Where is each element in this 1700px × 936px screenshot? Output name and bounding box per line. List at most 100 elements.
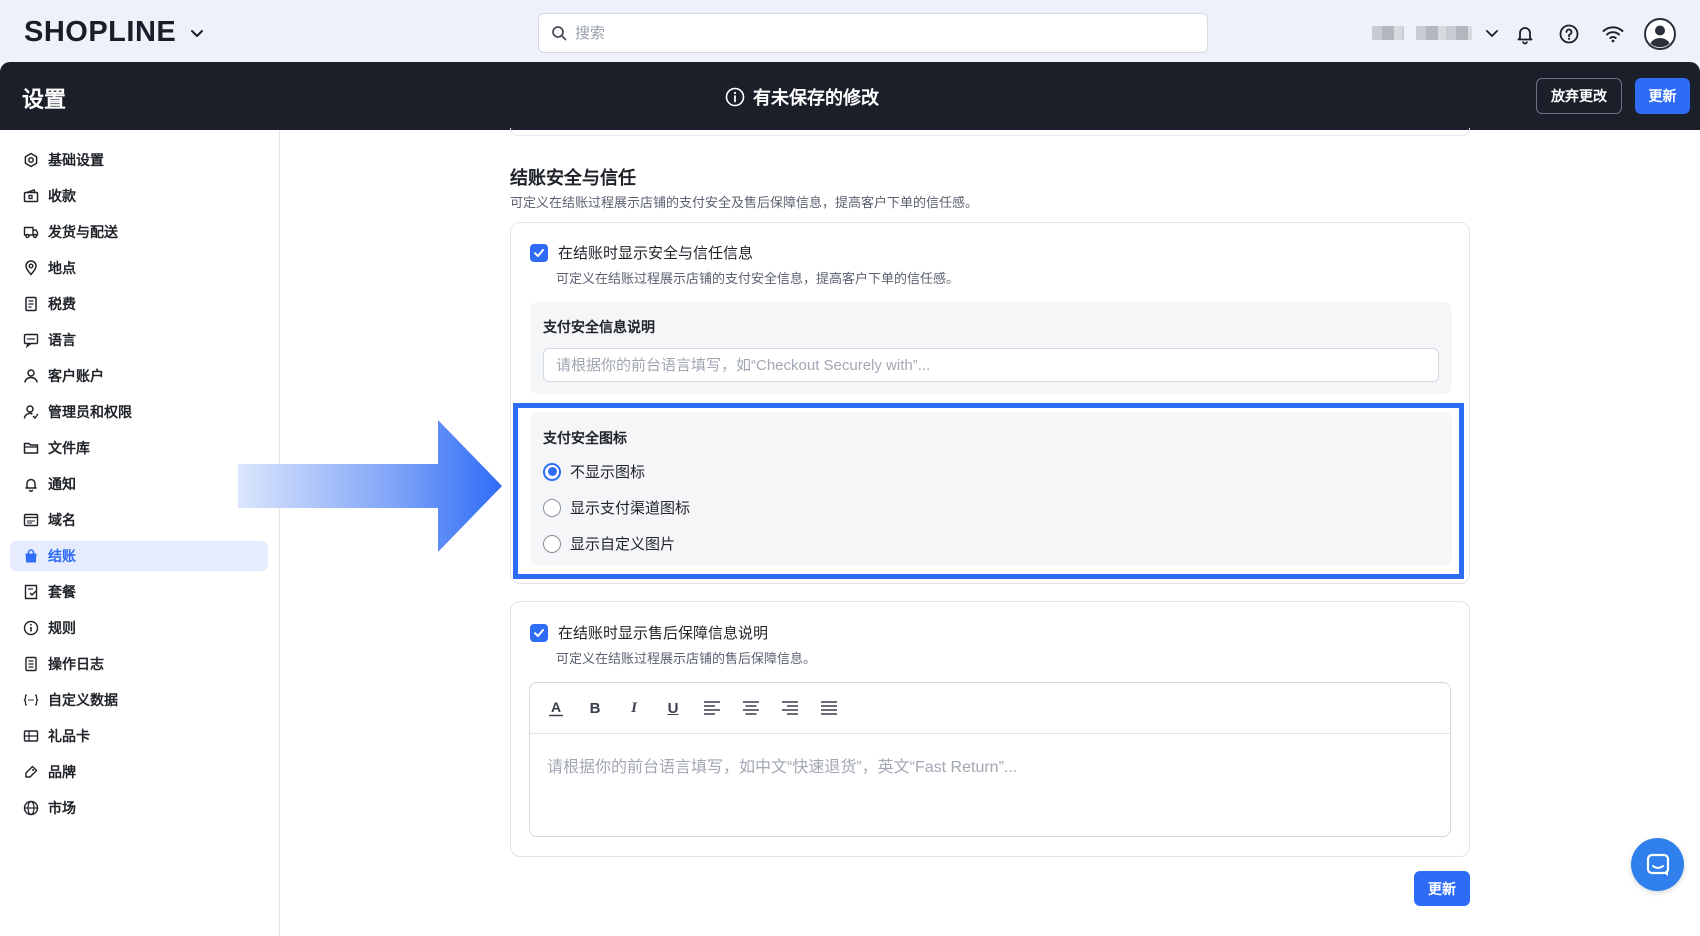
arrow-annotation-icon <box>238 420 502 552</box>
sidebar-item-label: 文件库 <box>48 440 90 456</box>
italic-icon[interactable]: I <box>624 698 644 718</box>
user-icon <box>24 369 38 383</box>
folder-icon <box>23 442 39 454</box>
page-title: 设置 <box>22 87 67 112</box>
aftersale-checkbox-label: 在结账时显示售后保障信息说明 <box>558 625 769 642</box>
sidebar-item-label: 操作日志 <box>48 656 104 672</box>
previous-card-edge <box>510 128 1470 136</box>
store-switcher[interactable]: SHOPLINE <box>24 16 206 49</box>
underline-icon[interactable]: U <box>663 698 683 718</box>
aftersale-checkbox-description: 可定义在结账过程展示店铺的售后保障信息。 <box>556 651 817 666</box>
payment-security-text-input[interactable] <box>543 348 1439 382</box>
sidebar-item-brand[interactable]: 品牌 <box>10 757 268 787</box>
align-right-icon[interactable] <box>780 698 800 718</box>
align-justify-icon[interactable] <box>819 698 839 718</box>
bell-icon[interactable] <box>1512 21 1538 47</box>
align-left-icon[interactable] <box>702 698 722 718</box>
trust-checkbox-description: 可定义在结账过程展示店铺的支付安全信息，提高客户下单的信任感。 <box>556 271 960 286</box>
sidebar-item-files[interactable]: 文件库 <box>10 433 268 463</box>
sidebar-item-plans[interactable]: 套餐 <box>10 577 268 607</box>
code-icon <box>23 694 39 706</box>
info-icon <box>725 87 745 107</box>
settings-header: 设置 有未保存的修改 放弃更改 更新 <box>0 62 1700 130</box>
sidebar-item-admins[interactable]: 管理员和权限 <box>10 397 268 427</box>
payment-security-text-label: 支付安全信息说明 <box>543 319 655 335</box>
bold-icon[interactable]: B <box>585 698 605 718</box>
unsaved-notice: 有未保存的修改 <box>725 84 879 110</box>
search-input[interactable] <box>575 24 1175 42</box>
wifi-icon[interactable] <box>1600 21 1626 47</box>
language-icon <box>23 333 39 348</box>
giftcard-icon <box>23 730 39 742</box>
sidebar-item-label: 管理员和权限 <box>48 404 132 420</box>
domain-icon <box>23 513 39 527</box>
truck-icon <box>23 226 39 239</box>
chat-icon <box>1646 853 1669 876</box>
font-color-icon[interactable]: A <box>546 698 566 718</box>
chat-button[interactable] <box>1631 838 1684 891</box>
brand-icon <box>25 765 38 778</box>
discard-changes-button[interactable]: 放弃更改 <box>1536 78 1622 114</box>
bag-icon <box>25 549 37 563</box>
location-icon <box>25 260 37 276</box>
sidebar-item-notifications[interactable]: 通知 <box>10 469 268 499</box>
sidebar-item-domains[interactable]: 域名 <box>10 505 268 535</box>
globe-icon <box>23 800 39 816</box>
sidebar-item-activity-log[interactable]: 操作日志 <box>10 649 268 679</box>
sidebar-item-label: 发货与配送 <box>48 224 118 240</box>
align-center-icon[interactable] <box>741 698 761 718</box>
sidebar-item-label: 市场 <box>48 800 76 816</box>
settings-icon <box>24 152 38 168</box>
unsaved-notice-text: 有未保存的修改 <box>753 88 879 108</box>
sidebar-item-basic-settings[interactable]: 基础设置 <box>10 145 268 175</box>
chevron-down-icon <box>191 29 204 37</box>
help-icon[interactable] <box>1556 21 1582 47</box>
svg-text:A: A <box>551 699 561 715</box>
account-switcher[interactable] <box>1372 25 1500 41</box>
trust-checkbox-row[interactable]: 在结账时显示安全与信任信息 <box>530 242 753 263</box>
sidebar-item-label: 地点 <box>48 260 76 276</box>
sidebar-item-gift-cards[interactable]: 礼品卡 <box>10 721 268 751</box>
sidebar-item-label: 自定义数据 <box>48 692 118 708</box>
sidebar-item-checkout[interactable]: 结账 <box>10 541 268 571</box>
sidebar-item-label: 品牌 <box>48 764 76 780</box>
avatar-icon[interactable] <box>1644 18 1676 50</box>
sidebar-item-locations[interactable]: 地点 <box>10 253 268 283</box>
sidebar-item-label: 客户账户 <box>48 368 104 384</box>
sidebar-item-custom-data[interactable]: 自定义数据 <box>10 685 268 715</box>
chevron-down-icon <box>1486 30 1498 37</box>
check-icon <box>534 248 544 257</box>
editor-placeholder[interactable]: 请根据你的前台语言填写，如中文“快速退货”，英文“Fast Return”... <box>547 753 1017 777</box>
trust-checkbox[interactable] <box>530 243 548 262</box>
sidebar-item-label: 规则 <box>48 620 76 636</box>
sidebar-item-taxes[interactable]: 税费 <box>10 289 268 319</box>
sidebar-item-customer-accounts[interactable]: 客户账户 <box>10 361 268 391</box>
sidebar-item-markets[interactable]: 市场 <box>10 793 268 823</box>
sidebar-item-shipping[interactable]: 发货与配送 <box>10 217 268 247</box>
aftersale-checkbox-row[interactable]: 在结账时显示售后保障信息说明 <box>530 622 768 643</box>
info-icon <box>23 620 39 636</box>
section-description: 可定义在结账过程展示店铺的支付安全及售后保障信息，提高客户下单的信任感。 <box>510 195 979 210</box>
account-avatar-blurred <box>1372 26 1404 40</box>
aftersale-checkbox[interactable] <box>530 623 548 642</box>
sidebar-item-label: 收款 <box>48 188 76 204</box>
account-name-blurred <box>1416 26 1472 40</box>
payment-icon <box>23 189 39 203</box>
sidebar-item-payments[interactable]: 收款 <box>10 181 268 211</box>
tax-icon <box>25 296 37 312</box>
search-box[interactable] <box>538 13 1208 53</box>
sidebar-item-label: 套餐 <box>48 584 76 600</box>
brand-logo: SHOPLINE <box>24 16 177 48</box>
sidebar-item-label: 礼品卡 <box>48 728 90 744</box>
sidebar-item-label: 税费 <box>48 296 76 312</box>
editor-toolbar: A B I U <box>530 683 1450 734</box>
top-bar: SHOPLINE <box>0 0 1700 63</box>
sidebar-item-languages[interactable]: 语言 <box>10 325 268 355</box>
sidebar-item-label: 域名 <box>48 512 76 528</box>
section-title: 结账安全与信任 <box>510 168 636 188</box>
sidebar-item-policies[interactable]: 规则 <box>10 613 268 643</box>
update-button-bottom[interactable]: 更新 <box>1414 871 1470 906</box>
update-button-top[interactable]: 更新 <box>1635 78 1690 114</box>
check-icon <box>534 628 544 637</box>
rich-text-editor: A B I U 请根据你的前台语言填写，如中文“快速退货”，英文“Fast Re… <box>529 682 1451 837</box>
